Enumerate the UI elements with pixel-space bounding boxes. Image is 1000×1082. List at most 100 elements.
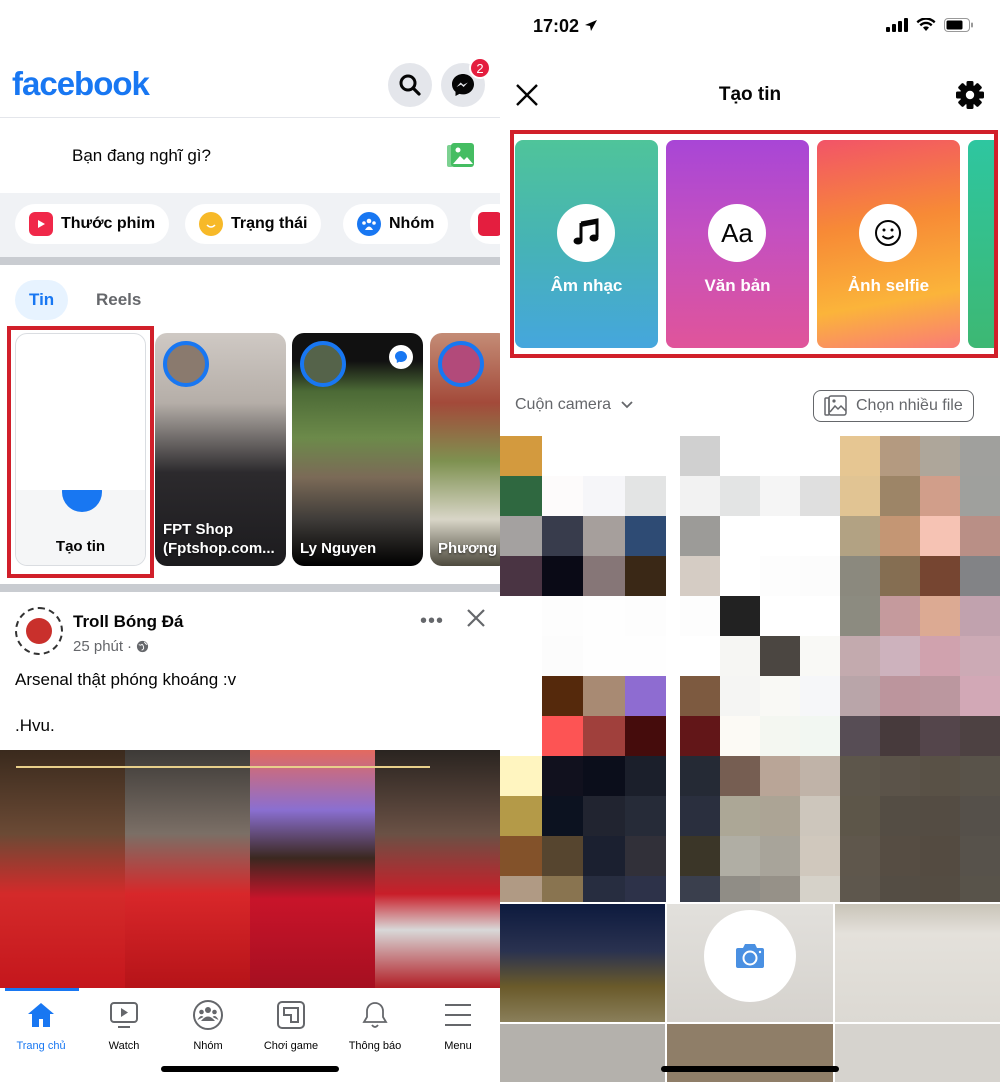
photo-thumbnail[interactable] <box>667 1024 833 1082</box>
tab-label: Watch <box>108 1040 140 1052</box>
chip-label: Nhóm <box>389 215 435 232</box>
pixel-block <box>920 716 960 756</box>
pixel-block <box>960 836 1000 876</box>
pixel-block <box>760 556 800 596</box>
close-icon[interactable] <box>464 606 488 630</box>
pixel-block <box>680 676 720 716</box>
pixel-block <box>720 556 760 596</box>
create-story-card[interactable]: Tạo tin <box>15 333 146 566</box>
tab-home[interactable]: Trang chủ <box>1 998 81 1052</box>
select-multiple-button[interactable]: Chọn nhiều file <box>813 390 974 422</box>
tab-stories[interactable]: Tin <box>15 280 69 320</box>
chip-reels[interactable]: Thước phim <box>15 204 170 244</box>
chip-label: Thước phim <box>61 215 156 232</box>
post-author[interactable]: Troll Bóng Đá <box>73 612 184 632</box>
pixel-block <box>500 636 542 676</box>
pixel-block <box>500 716 542 756</box>
tab-menu[interactable]: Menu <box>418 998 498 1052</box>
photo-thumbnail[interactable] <box>680 436 840 902</box>
chip-status[interactable]: Trạng thái <box>185 204 322 244</box>
nav-bar: Tạo tin <box>500 66 1000 126</box>
pixel-block <box>760 676 800 716</box>
tab-label: Nhóm <box>193 1040 223 1052</box>
story-type-music[interactable]: Âm nhạc <box>515 140 658 348</box>
story-type-carousel: Âm nhạc Aa Văn bản Ảnh selfie <box>510 130 1000 360</box>
pixel-block <box>800 596 840 636</box>
photo-thumbnail[interactable] <box>835 904 1000 1022</box>
photo-thumbnail[interactable] <box>835 1024 1000 1082</box>
pixel-block <box>960 436 1000 476</box>
pixel-block <box>624 876 666 902</box>
gear-icon[interactable] <box>955 80 985 110</box>
more-options-button[interactable]: ••• <box>420 610 444 633</box>
tab-notifications[interactable]: Thông báo <box>335 998 415 1052</box>
pixel-block <box>800 796 840 836</box>
pixel-block <box>624 436 666 476</box>
chip-live[interactable] <box>470 204 500 244</box>
pixel-block <box>680 836 720 876</box>
pixel-block <box>840 636 880 676</box>
pixel-block <box>680 636 720 676</box>
story-card[interactable]: FPT Shop (Fptshop.com... <box>155 333 286 566</box>
pixel-block <box>880 556 920 596</box>
tab-reels[interactable]: Reels <box>82 280 155 320</box>
pixel-block <box>500 756 542 796</box>
pixel-block <box>583 676 625 716</box>
messenger-button[interactable]: 2 <box>441 57 491 107</box>
tab-gaming[interactable]: Chơi game <box>251 998 331 1052</box>
photo-thumbnail[interactable] <box>500 904 665 1022</box>
search-button[interactable] <box>388 63 432 107</box>
photo-thumbnail[interactable] <box>500 1024 665 1082</box>
pixel-block <box>500 676 542 716</box>
pixel-block <box>760 636 800 676</box>
player-photo <box>250 750 375 990</box>
section-divider <box>0 257 500 265</box>
player-photo <box>375 750 500 990</box>
story-card[interactable]: Phương T <box>430 333 500 566</box>
tab-label: Menu <box>444 1040 472 1052</box>
home-indicator <box>161 1066 339 1072</box>
tab-watch[interactable]: Watch <box>84 998 164 1052</box>
pixel-block <box>880 676 920 716</box>
pixel-block <box>583 876 625 902</box>
pixel-block <box>840 476 880 516</box>
story-card[interactable]: Ly Nguyen <box>292 333 423 566</box>
messenger-badge: 2 <box>469 57 491 79</box>
story-type-more[interactable] <box>968 140 998 348</box>
post-text: Arsenal thật phóng khoáng :v <box>15 670 237 689</box>
chip-groups[interactable]: Nhóm <box>343 204 449 244</box>
photo-thumbnail[interactable] <box>500 436 666 902</box>
page-avatar[interactable] <box>15 607 63 655</box>
pixel-block <box>920 516 960 556</box>
music-note-icon <box>573 218 599 245</box>
pixel-block <box>800 476 840 516</box>
facebook-logo[interactable]: facebook <box>12 65 150 103</box>
pixel-block <box>541 756 583 796</box>
post-composer[interactable]: Bạn đang nghĩ gì? <box>0 117 500 193</box>
tab-groups[interactable]: Nhóm <box>168 998 248 1052</box>
story-type-label: Ảnh selfie <box>847 276 930 295</box>
post-image[interactable] <box>0 750 500 990</box>
feed-post: Troll Bóng Đá 25 phút · ••• Arsenal thật… <box>0 592 500 752</box>
pixel-block <box>541 636 583 676</box>
group-icon <box>357 212 381 236</box>
pixel-block <box>720 636 760 676</box>
photo-thumbnail[interactable] <box>840 436 1000 902</box>
chevron-down-icon <box>621 401 633 409</box>
pixel-block <box>680 756 720 796</box>
pixel-block <box>840 556 880 596</box>
pixel-block <box>840 596 880 636</box>
pixel-block <box>541 876 583 902</box>
pixel-block <box>720 836 760 876</box>
pixel-block <box>680 716 720 756</box>
camera-button[interactable] <box>704 910 796 1002</box>
photo-icon[interactable] <box>446 142 476 170</box>
composer-placeholder[interactable]: Bạn đang nghĩ gì? <box>72 146 211 166</box>
story-type-selfie[interactable]: Ảnh selfie <box>817 140 960 348</box>
pixel-block <box>760 876 800 902</box>
tab-label: Thông báo <box>348 1040 402 1052</box>
album-selector[interactable]: Cuộn camera <box>515 396 633 414</box>
pixel-block <box>541 516 583 556</box>
pixel-block <box>960 676 1000 716</box>
story-type-text[interactable]: Aa Văn bản <box>666 140 809 348</box>
